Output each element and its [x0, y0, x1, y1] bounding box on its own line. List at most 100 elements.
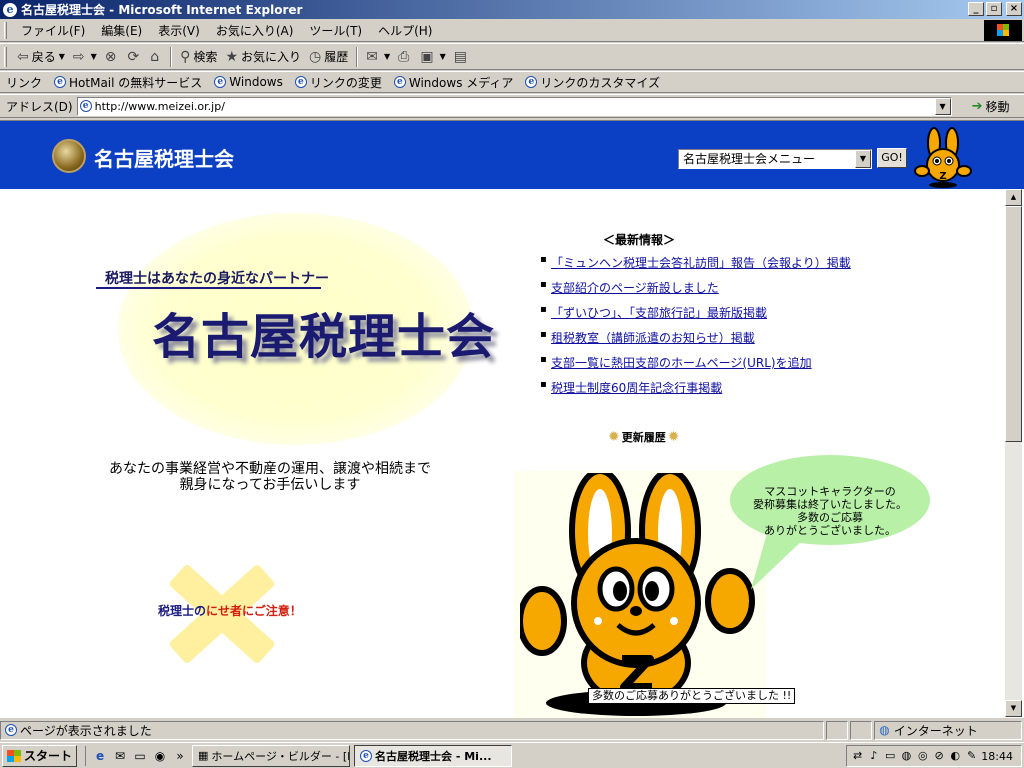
edit-page-icon: ▣ — [420, 48, 434, 65]
media-icon[interactable]: ◉ — [152, 748, 168, 764]
window-title: 名古屋税理士会 - Microsoft Internet Explorer — [21, 3, 303, 17]
quick-launch: e ✉ ▭ ◉ » — [85, 745, 188, 766]
news-link[interactable]: 支部一覧に熱田支部のホームページ(URL)を追加 — [551, 354, 812, 371]
fake-tax-accountant-warning[interactable]: 税理士のにせ者にご注意！ — [158, 602, 302, 619]
forward-dropdown-icon[interactable]: ▼ — [91, 52, 97, 61]
ie-page-icon: e — [525, 76, 538, 88]
link-windows[interactable]: e Windows — [208, 75, 289, 89]
address-bar: アドレス(D) e http://www.meizei.or.jp/ ▼ ➔ 移… — [0, 94, 1024, 118]
site-menu-value: 名古屋税理士会メニュー — [683, 152, 816, 166]
edit-button[interactable]: ▣ ▼ — [416, 46, 449, 68]
mail-button[interactable]: ✉ ▼ — [362, 46, 394, 68]
status-bar: e ページが表示されました ◍ インターネット — [0, 719, 1024, 741]
edit-dropdown-icon[interactable]: ▼ — [440, 52, 446, 61]
tray-app-icon[interactable]: ◎ — [916, 749, 929, 763]
update-history-label: 更新履歴 — [621, 431, 666, 444]
ie-page-icon: e — [294, 76, 307, 88]
menu-view[interactable]: 表示(V) — [150, 22, 208, 39]
network-icon[interactable]: ⇄ — [851, 749, 864, 763]
task-label: ホームページ・ビルダー - [Ii... — [211, 749, 351, 763]
subtext-line-1: あなたの事業経営や不動産の運用、譲渡や相続まで — [109, 461, 431, 477]
news-link[interactable]: 支部紹介のページ新設しました — [551, 279, 719, 296]
link-customize[interactable]: e リンクのカスタマイズ — [519, 74, 666, 91]
favorites-icon: ★ — [225, 48, 238, 65]
menu-favorites[interactable]: お気に入り(A) — [208, 22, 302, 39]
news-link[interactable]: 租税教室（講師派遣のお知らせ）掲載 — [551, 329, 755, 346]
more-chevron-icon[interactable]: » — [172, 748, 188, 764]
mascot-image[interactable] — [520, 473, 760, 718]
link-hotmail-label: HotMail の無料サービス — [69, 75, 203, 90]
news-item: ▪ 税理士制度60周年記念行事掲載 — [540, 379, 851, 404]
site-logo — [52, 139, 86, 173]
link-change[interactable]: e リンクの変更 — [289, 74, 388, 91]
windows-flag-icon — [7, 749, 21, 762]
back-dropdown-icon[interactable]: ▼ — [59, 52, 65, 61]
link-hotmail[interactable]: e HotMail の無料サービス — [48, 74, 208, 91]
link-windows-media[interactable]: e Windows メディア — [388, 74, 520, 91]
update-history-link[interactable]: ✹ 更新履歴 ✹ — [606, 429, 681, 445]
site-subtext: あなたの事業経営や不動産の運用、譲渡や相続まで 親身になってお手伝いします — [60, 461, 480, 493]
history-button[interactable]: ◷ 履歴 — [305, 46, 352, 68]
search-button[interactable]: ⚲ 検索 — [176, 46, 221, 68]
address-input[interactable]: e http://www.meizei.or.jp/ ▼ — [76, 96, 952, 116]
tray-app-icon[interactable]: ◐ — [949, 749, 962, 763]
news-list: ▪ 「ミュンヘン税理士会答礼訪問」報告（会報より）掲載 ▪ 支部紹介のページ新設しま… — [540, 254, 851, 404]
refresh-icon: ⟳ — [127, 48, 140, 65]
discuss-button[interactable]: ▤ — [450, 46, 474, 68]
home-button[interactable]: ⌂ — [146, 46, 166, 68]
page-scrollbar[interactable]: ▲ ▼ — [1005, 189, 1022, 717]
maximize-button[interactable]: ▫ — [986, 2, 1002, 16]
clock[interactable]: 18:44 — [981, 750, 1013, 763]
volume-icon[interactable]: ♪ — [867, 749, 880, 763]
site-go-button[interactable]: GO! — [877, 148, 907, 168]
address-dropdown-icon[interactable]: ▼ — [934, 97, 951, 115]
stop-button[interactable]: ⊗ — [101, 46, 124, 68]
task-ie-active[interactable]: e 名古屋税理士会 - Mi... — [354, 744, 513, 767]
status-text: ページが表示されました — [20, 723, 152, 738]
back-button[interactable]: ⇦ 戻る ▼ — [13, 46, 69, 68]
status-zone: インターネット — [893, 723, 978, 738]
site-menu-select[interactable]: 名古屋税理士会メニュー ▼ — [678, 149, 872, 169]
favorites-button[interactable]: ★ お気に入り — [221, 46, 305, 68]
tray-app-icon[interactable]: ✎ — [965, 749, 978, 763]
scroll-up-button[interactable]: ▲ — [1005, 189, 1022, 206]
menu-file[interactable]: ファイル(F) — [13, 22, 93, 39]
favorites-label: お気に入り — [241, 50, 302, 64]
bubble-line: マスコットキャラクターの — [764, 485, 896, 498]
bubble-line: 多数のご応募 — [797, 511, 863, 524]
tagline-underline — [96, 287, 321, 289]
mail-dropdown-icon[interactable]: ▼ — [384, 52, 390, 61]
site-header: 名古屋税理士会 名古屋税理士会メニュー ▼ GO! Z — [0, 121, 1024, 189]
news-link[interactable]: 「ミュンヘン税理士会答礼訪問」報告（会報より）掲載 — [551, 254, 851, 271]
header-mascot-icon: Z — [914, 127, 972, 188]
outlook-icon[interactable]: ✉ — [112, 748, 128, 764]
toolbar-grip[interactable] — [4, 46, 7, 67]
system-tray: ⇄ ♪ ▭ ◍ ◎ ⊘ ◐ ✎ 18:44 — [846, 745, 1022, 767]
task-homepage-builder[interactable]: ▦ ホームページ・ビルダー - [Ii... — [192, 744, 351, 767]
links-label: リンク — [6, 75, 43, 90]
forward-button[interactable]: ⇨ ▼ — [69, 46, 101, 68]
close-button[interactable]: × — [1006, 2, 1022, 16]
news-link[interactable]: 「ずいひつ」、「支部旅行記」最新版掲載 — [551, 304, 767, 321]
menu-edit[interactable]: 編集(E) — [93, 22, 150, 39]
refresh-button[interactable]: ⟳ — [124, 46, 147, 68]
print-button[interactable]: ⎙ — [394, 46, 416, 68]
minimize-button[interactable]: _ — [968, 2, 984, 16]
scroll-thumb[interactable] — [1005, 206, 1022, 442]
start-button[interactable]: スタート — [2, 744, 78, 767]
menu-tools[interactable]: ツール(T) — [301, 22, 370, 39]
history-label: 履歴 — [324, 50, 349, 64]
address-label: アドレス(D) — [6, 99, 73, 114]
tray-app-icon[interactable]: ◍ — [900, 749, 913, 763]
monitor-icon[interactable]: ▭ — [884, 749, 897, 763]
desktop-icon[interactable]: ▭ — [132, 748, 148, 764]
scroll-down-button[interactable]: ▼ — [1005, 700, 1022, 717]
tray-app-icon[interactable]: ⊘ — [932, 749, 945, 763]
menu-help[interactable]: ヘルプ(H) — [370, 22, 440, 39]
news-link[interactable]: 税理士制度60周年記念行事掲載 — [551, 379, 722, 396]
chevron-down-icon[interactable]: ▼ — [855, 150, 871, 168]
go-button[interactable]: ➔ 移動 — [966, 98, 1016, 115]
ie-quicklaunch-icon[interactable]: e — [92, 748, 108, 764]
menubar-grip[interactable] — [4, 21, 7, 39]
back-arrow-icon: ⇦ — [17, 48, 29, 65]
